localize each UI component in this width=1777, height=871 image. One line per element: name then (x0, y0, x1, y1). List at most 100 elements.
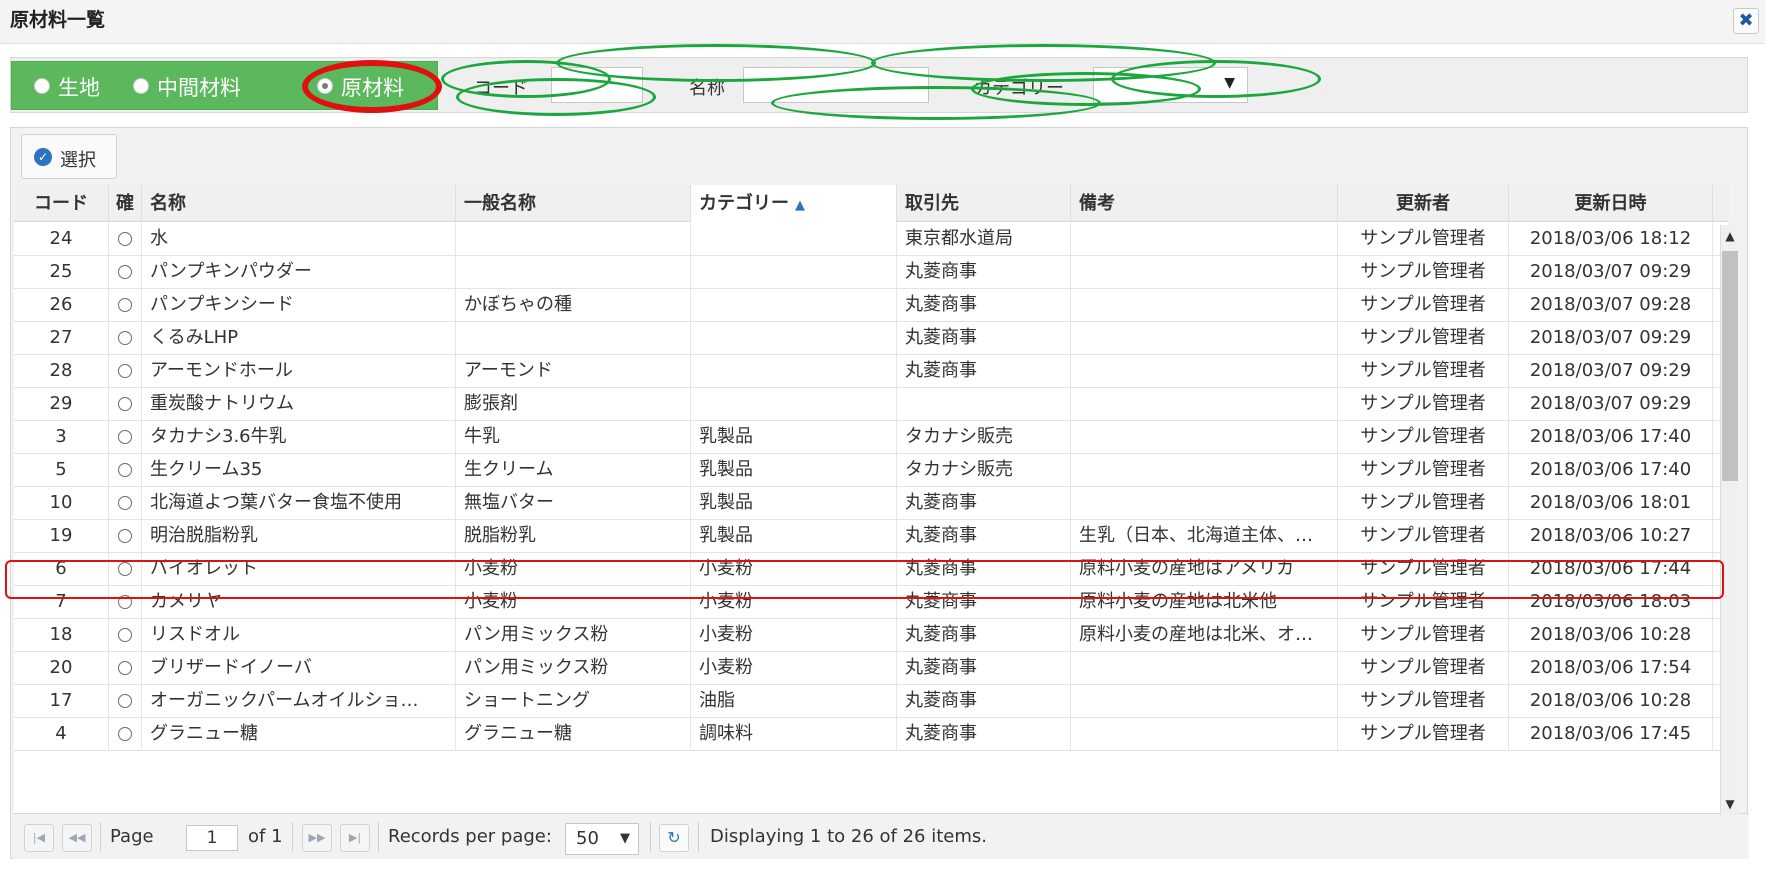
cell-updater: サンプル管理者 (1338, 652, 1509, 684)
cell-updated-at: 2018/03/07 09:29 (1509, 322, 1713, 354)
radio-label: 中間材料 (157, 76, 241, 100)
first-page-button[interactable]: |◀ (24, 824, 54, 852)
table-row[interactable]: 3 タカナシ3.6牛乳 牛乳 乳製品 タカナシ販売 サンプル管理者 2018/03/06 1… (14, 421, 1729, 454)
cell-supplier (897, 388, 1071, 420)
cell-name: タカナシ3.6牛乳 (142, 421, 456, 453)
col-header-updated-at[interactable]: 更新日時 (1509, 185, 1713, 222)
col-header-general-name[interactable]: 一般名称 (456, 185, 691, 222)
cell-updater: サンプル管理者 (1338, 355, 1509, 387)
cell-code: 24 (14, 223, 109, 255)
col-header-name[interactable]: 名称 (142, 185, 456, 222)
table-row[interactable]: 29 重炭酸ナトリウム 膨張剤 サンプル管理者 2018/03/07 09:29 (14, 388, 1729, 421)
table-row[interactable]: 25 パンプキンパウダー 丸菱商事 サンプル管理者 2018/03/07 09:29 (14, 256, 1729, 289)
cell-code: 20 (14, 652, 109, 684)
cell-supplier: 丸菱商事 (897, 322, 1071, 354)
row-radio-icon[interactable] (118, 232, 132, 246)
cell-remarks (1071, 685, 1338, 717)
table-row[interactable]: 28 アーモンドホール アーモンド 丸菱商事 サンプル管理者 2018/03/07 09:… (14, 355, 1729, 388)
cell-general-name: パン用ミックス粉 (456, 619, 691, 651)
cell-updater: サンプル管理者 (1338, 454, 1509, 486)
table-row[interactable]: 20 ブリザードイノーバ パン用ミックス粉 小麦粉 丸菱商事 サンプル管理者 2018/03… (14, 652, 1729, 685)
page-count-label: of 1 (248, 826, 283, 847)
row-radio-icon[interactable] (118, 727, 132, 741)
page-number-input[interactable]: 1 (186, 825, 238, 851)
refresh-button[interactable]: ↻ (659, 824, 689, 852)
table-row[interactable]: 19 明治脱脂粉乳 脱脂粉乳 乳製品 丸菱商事 生乳（日本、北海道主体、… サンプル管理者 2… (14, 520, 1729, 553)
select-button[interactable]: ✓ 選択 (21, 134, 117, 179)
table-row[interactable]: 17 オーガニックパームオイルショ… ショートニング 油脂 丸菱商事 サンプル管理者 201… (14, 685, 1729, 718)
cell-name: パンプキンシード (142, 289, 456, 321)
pager-separator (100, 822, 101, 852)
close-button[interactable]: ✖ (1733, 8, 1759, 34)
radio-intermediate[interactable]: 中間材料 (133, 72, 263, 100)
radio-dot-icon (133, 78, 149, 94)
scroll-thumb[interactable] (1722, 251, 1738, 481)
cell-category (691, 355, 897, 387)
col-header-category-label: カテゴリー (699, 193, 789, 214)
row-radio-icon[interactable] (118, 397, 132, 411)
row-radio-icon[interactable] (118, 529, 132, 543)
table-row[interactable]: 27 くるみLHP 丸菱商事 サンプル管理者 2018/03/07 09:29 (14, 322, 1729, 355)
cell-name: リスドオル (142, 619, 456, 651)
cell-supplier: 丸菱商事 (897, 718, 1071, 750)
row-radio-icon[interactable] (118, 265, 132, 279)
row-radio-icon[interactable] (118, 661, 132, 675)
row-radio-icon[interactable] (118, 463, 132, 477)
col-header-confirm[interactable]: 確 (109, 185, 142, 222)
cell-general-name: アーモンド (456, 355, 691, 387)
cell-name: 北海道よつ葉バター食塩不使用 (142, 487, 456, 519)
cell-general-name: パン用ミックス粉 (456, 652, 691, 684)
next-page-button[interactable]: ▶▶ (302, 824, 332, 852)
prev-page-button[interactable]: ◀◀ (62, 824, 92, 852)
row-radio-icon[interactable] (118, 364, 132, 378)
cell-updated-at: 2018/03/06 10:28 (1509, 685, 1713, 717)
cell-name: 明治脱脂粉乳 (142, 520, 456, 552)
table-row[interactable]: 4 グラニュー糖 グラニュー糖 調味料 丸菱商事 サンプル管理者 2018/03/06 17… (14, 718, 1729, 751)
row-radio-icon[interactable] (118, 694, 132, 708)
row-radio-icon[interactable] (118, 430, 132, 444)
pagination-bar: |◀ ◀◀ Page 1 of 1 ▶▶ ▶| Records per page… (14, 813, 1749, 859)
table-row[interactable]: 26 パンプキンシード かぼちゃの種 丸菱商事 サンプル管理者 2018/03/07 09… (14, 289, 1729, 322)
cell-remarks (1071, 388, 1338, 420)
table-scrollbar[interactable]: ▲ ▼ (1720, 225, 1738, 815)
row-radio-icon[interactable] (118, 496, 132, 510)
records-per-page-select[interactable]: 50 ▼ (565, 823, 639, 855)
cell-updated-at: 2018/03/07 09:29 (1509, 388, 1713, 420)
scroll-up-icon[interactable]: ▲ (1721, 225, 1739, 247)
records-per-page-label: Records per page: (388, 826, 552, 847)
cell-updated-at: 2018/03/06 10:28 (1509, 619, 1713, 651)
cell-confirm (109, 619, 142, 651)
cell-category: 乳製品 (691, 421, 897, 453)
col-header-supplier[interactable]: 取引先 (897, 185, 1071, 222)
scroll-down-icon[interactable]: ▼ (1721, 793, 1739, 815)
col-header-code[interactable]: コード (14, 185, 109, 222)
row-radio-icon[interactable] (118, 628, 132, 642)
cell-name: パンプキンパウダー (142, 256, 456, 288)
col-header-remarks[interactable]: 備考 (1071, 185, 1338, 222)
cell-updated-at: 2018/03/07 09:28 (1509, 289, 1713, 321)
cell-remarks (1071, 718, 1338, 750)
col-header-category[interactable]: カテゴリー ▲ (691, 185, 897, 222)
cell-category: 乳製品 (691, 454, 897, 486)
table-row[interactable]: 5 生クリーム35 生クリーム 乳製品 タカナシ販売 サンプル管理者 2018/03/06 … (14, 454, 1729, 487)
cell-general-name: 牛乳 (456, 421, 691, 453)
radio-dough[interactable]: 生地 (34, 72, 114, 100)
row-radio-icon[interactable] (118, 298, 132, 312)
row-radio-icon[interactable] (118, 331, 132, 345)
table-row[interactable]: 18 リスドオル パン用ミックス粉 小麦粉 丸菱商事 原料小麦の産地は北米、オ… サンプル管… (14, 619, 1729, 652)
col-header-updater[interactable]: 更新者 (1338, 185, 1509, 222)
table-row[interactable]: 24 水 東京都水道局 サンプル管理者 2018/03/06 18:12 (14, 223, 1729, 256)
last-page-button[interactable]: ▶| (340, 824, 370, 852)
annotation-red-circle (302, 60, 442, 113)
cell-code: 17 (14, 685, 109, 717)
cell-general-name: 無塩バター (456, 487, 691, 519)
pager-separator (698, 822, 699, 852)
annotation-red-row-highlight (5, 560, 1724, 599)
cell-confirm (109, 421, 142, 453)
table-row[interactable]: 10 北海道よつ葉バター食塩不使用 無塩バター 乳製品 丸菱商事 サンプル管理者 2018/… (14, 487, 1729, 520)
cell-supplier: タカナシ販売 (897, 454, 1071, 486)
cell-general-name: 膨張剤 (456, 388, 691, 420)
cell-remarks (1071, 487, 1338, 519)
cell-category: 油脂 (691, 685, 897, 717)
cell-confirm (109, 256, 142, 288)
